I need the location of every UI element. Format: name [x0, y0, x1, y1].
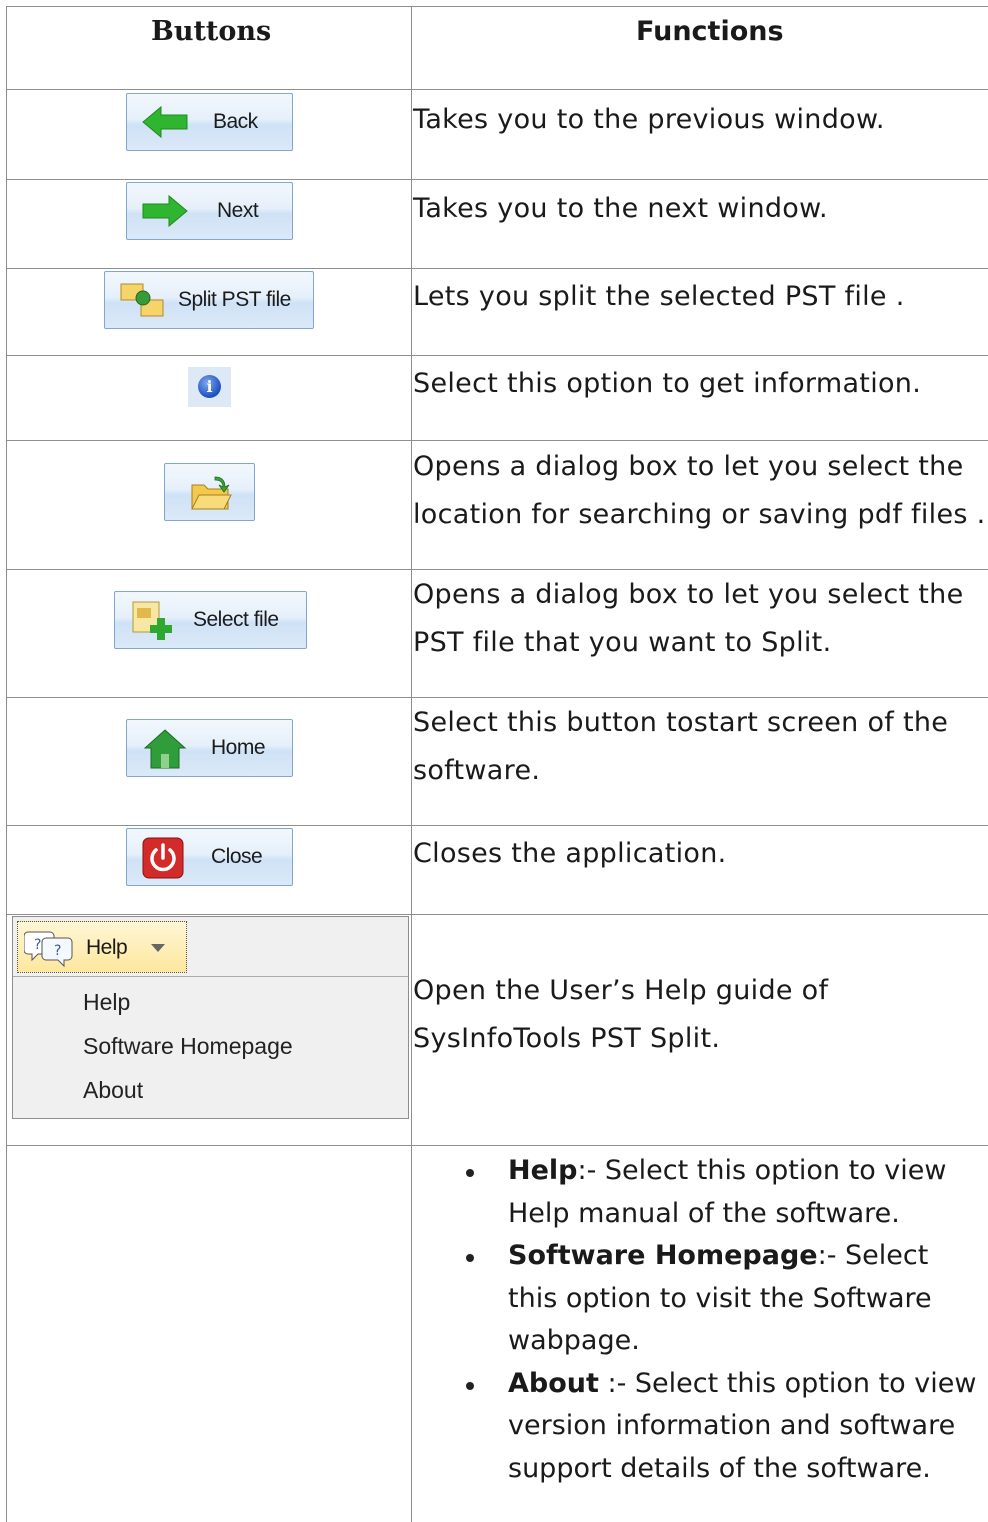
- power-icon: [142, 837, 184, 879]
- folder-function-line-2: location for searching or saving pdf fil…: [413, 499, 986, 530]
- header-buttons: Buttons: [151, 16, 272, 47]
- help-menu-divider: [13, 976, 408, 977]
- svg-text:?: ?: [54, 943, 61, 959]
- next-button-label: Next: [217, 199, 259, 222]
- home-function-line-1: Select this button tostart screen of the: [413, 707, 949, 738]
- list-item: Software Homepage:- Select this option t…: [466, 1235, 986, 1363]
- folder-function-line-1: Opens a dialog box to let you select the: [413, 451, 964, 482]
- row-divider: [6, 697, 988, 698]
- header-functions: Functions: [636, 16, 784, 47]
- arrow-left-icon: [142, 105, 188, 139]
- split-file-icon: [120, 283, 164, 317]
- arrow-right-icon: [142, 194, 188, 228]
- help-menu-button-label: Help: [86, 936, 128, 959]
- row-divider: [6, 1145, 988, 1146]
- add-file-icon: [132, 601, 172, 640]
- back-function-text: Takes you to the previous window.: [413, 104, 885, 135]
- row-divider: [6, 825, 988, 826]
- detail-term: Software Homepage: [508, 1240, 818, 1271]
- help-function-line-1: Open the User’s Help guide of: [413, 975, 829, 1006]
- help-menu-screenshot: ? ? Help Help Software Homepage About: [12, 916, 409, 1119]
- buttons-table: Buttons Functions Back Takes you to the …: [0, 0, 988, 1522]
- back-button[interactable]: Back: [126, 93, 293, 151]
- row-divider: [6, 179, 988, 180]
- detail-term: About: [508, 1367, 599, 1399]
- row-divider: [6, 355, 988, 356]
- row-divider: [6, 440, 988, 441]
- table-border-top: [6, 6, 988, 7]
- row-divider: [6, 914, 988, 915]
- row-divider: [6, 89, 988, 90]
- back-button-label: Back: [213, 110, 258, 133]
- split-pst-file-label: Split PST file: [178, 288, 291, 311]
- select-file-function-text: Opens a dialog box to let you select the…: [413, 571, 963, 667]
- detail-term: Help: [508, 1155, 578, 1186]
- menu-item-about[interactable]: About: [83, 1077, 143, 1104]
- list-item: About :- Select this option to view vers…: [466, 1363, 986, 1491]
- info-button[interactable]: i: [188, 367, 231, 407]
- row-divider: [6, 268, 988, 269]
- select-file-label: Select file: [193, 608, 279, 631]
- table-border-left: [6, 6, 7, 1522]
- next-button[interactable]: Next: [126, 182, 293, 240]
- info-icon: i: [198, 375, 221, 398]
- folder-function-text: Opens a dialog box to let you select the…: [413, 443, 986, 539]
- select-file-function-line-2: PST file that you want to Split.: [413, 627, 832, 658]
- next-function-text: Takes you to the next window.: [413, 193, 828, 224]
- split-function-text: Lets you split the selected PST file .: [413, 281, 905, 312]
- home-function-line-2: software.: [413, 755, 541, 786]
- close-button-label: Close: [211, 845, 263, 868]
- table-column-divider: [411, 6, 412, 1522]
- row-divider: [6, 569, 988, 570]
- home-button-label: Home: [211, 736, 266, 759]
- folder-open-icon: [191, 476, 232, 510]
- close-button[interactable]: Close: [126, 828, 293, 886]
- menu-item-software-homepage[interactable]: Software Homepage: [83, 1033, 293, 1060]
- close-function-text: Closes the application.: [413, 838, 727, 869]
- info-function-text: Select this option to get information.: [413, 368, 922, 399]
- svg-text:?: ?: [34, 937, 41, 953]
- chevron-down-icon: [151, 944, 165, 952]
- list-item: Help:- Select this option to view Help m…: [466, 1150, 986, 1235]
- help-function-line-2: SysInfoTools PST Split.: [413, 1023, 721, 1054]
- menu-item-help[interactable]: Help: [83, 989, 130, 1016]
- help-function-text: Open the User’s Help guide of SysInfoToo…: [413, 967, 828, 1063]
- home-function-text: Select this button tostart screen of the…: [413, 699, 948, 795]
- help-icon: ? ?: [24, 931, 73, 968]
- home-icon: [143, 729, 187, 769]
- help-menu-button[interactable]: ? ? Help: [17, 921, 187, 973]
- browse-folder-button[interactable]: [164, 463, 255, 521]
- split-pst-file-button[interactable]: Split PST file: [104, 271, 314, 329]
- home-button[interactable]: Home: [126, 719, 293, 777]
- help-details-list: Help:- Select this option to view Help m…: [466, 1150, 986, 1490]
- select-file-function-line-1: Opens a dialog box to let you select the: [413, 579, 964, 610]
- select-file-button[interactable]: Select file: [114, 591, 307, 649]
